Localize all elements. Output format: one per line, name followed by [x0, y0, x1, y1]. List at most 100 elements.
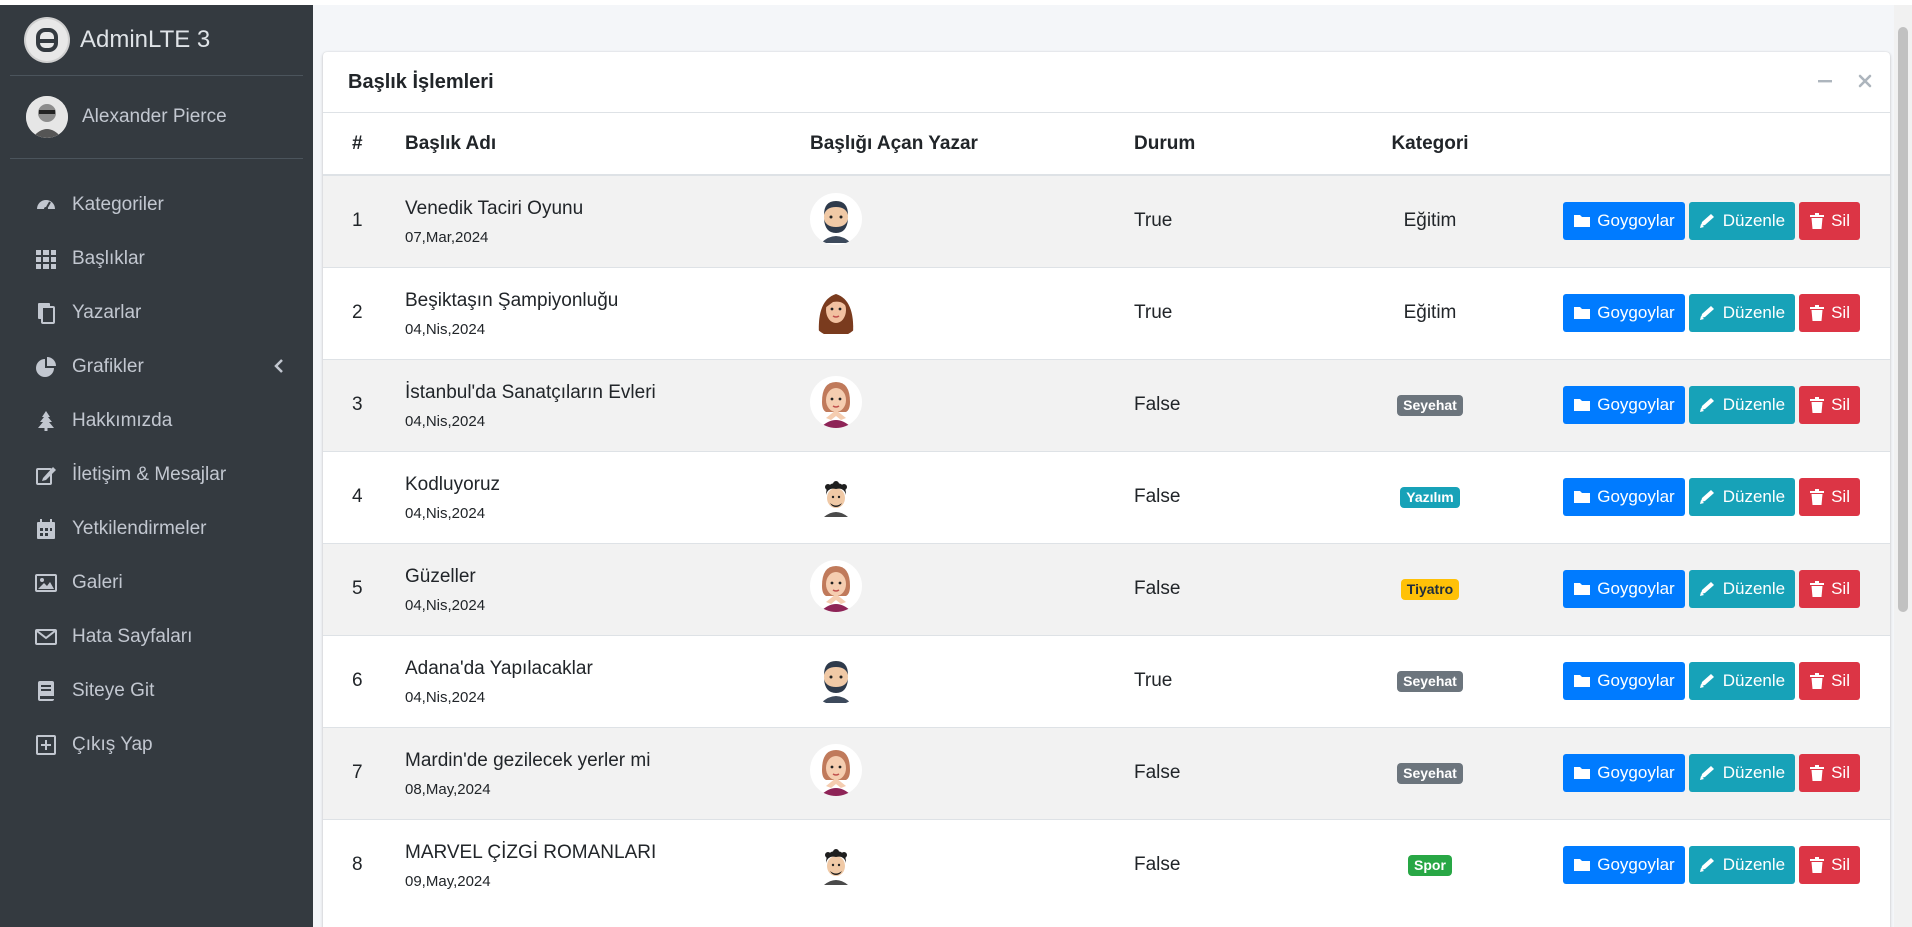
delete-button-label: Sil — [1831, 855, 1850, 875]
delete-button[interactable]: Sil — [1799, 202, 1860, 241]
user-panel[interactable]: Alexander Pierce — [10, 76, 303, 159]
votes-button[interactable]: Goygoylar — [1563, 754, 1685, 792]
delete-button-label: Sil — [1831, 395, 1850, 414]
actions-cell: Goygoylar Düzenle Sil — [1520, 726, 1890, 819]
row-number: 8 — [323, 818, 380, 911]
votes-button[interactable]: Goygoylar — [1563, 478, 1685, 516]
sidebar-nav: Kategoriler Başlıklar Yazarlar Grafikler… — [10, 178, 303, 772]
edit-button[interactable]: Düzenle — [1688, 478, 1796, 516]
trash-icon — [1809, 397, 1825, 413]
category-cell: Seyehat — [1340, 358, 1520, 451]
sidebar-item-basl-klar[interactable]: Başlıklar — [10, 232, 303, 286]
scrollbar-track[interactable] — [1894, 5, 1912, 927]
sidebar-item-grafikler[interactable]: Grafikler — [10, 340, 303, 394]
scrollbar-thumb[interactable] — [1898, 27, 1908, 612]
row-number: 2 — [323, 266, 380, 359]
votes-button[interactable]: Goygoylar — [1563, 386, 1685, 424]
votes-button[interactable]: Goygoylar — [1563, 202, 1685, 241]
delete-button[interactable]: Sil — [1799, 662, 1860, 700]
edit-button[interactable]: Düzenle — [1688, 386, 1796, 424]
folder-icon — [1573, 857, 1591, 873]
category-badge: Yazılım — [1400, 487, 1460, 508]
sidebar-item-label: Hata Sayfaları — [72, 626, 193, 647]
votes-button-label: Goygoylar — [1597, 763, 1675, 782]
sidebar-item-yazarlar[interactable]: Yazarlar — [10, 286, 303, 340]
votes-button[interactable]: Goygoylar — [1563, 294, 1685, 332]
brand-link[interactable]: AdminLTE 3 — [10, 5, 303, 76]
edit-button-label: Düzenle — [1722, 763, 1786, 782]
sidebar-item-galeri[interactable]: Galeri — [10, 556, 303, 610]
sidebar-item-label: İletişim & Mesajlar — [72, 464, 227, 485]
sidebar-item-yetkilendirmeler[interactable]: Yetkilendirmeler — [10, 502, 303, 556]
status-cell: False — [1109, 818, 1340, 911]
row-number: 7 — [323, 726, 380, 819]
row-number: 3 — [323, 358, 380, 451]
collapse-button[interactable] — [1816, 72, 1834, 90]
sidebar-item-c-k-s-yap[interactable]: Çıkış Yap — [10, 718, 303, 772]
column-header-category: Kategori — [1340, 113, 1520, 176]
table-row: 5 Güzeller 04,Nis,2024 False Tiyatro Goy… — [323, 542, 1890, 635]
delete-button[interactable]: Sil — [1799, 294, 1860, 332]
votes-button[interactable]: Goygoylar — [1563, 570, 1685, 608]
delete-button[interactable]: Sil — [1799, 386, 1860, 424]
column-header-actions — [1520, 113, 1890, 176]
title-cell: Adana'da Yapılacaklar 04,Nis,2024 — [380, 634, 785, 727]
folder-icon — [1573, 673, 1591, 689]
delete-button[interactable]: Sil — [1799, 754, 1860, 792]
actions-cell: Goygoylar Düzenle Sil — [1520, 542, 1890, 635]
card-title: Başlık İşlemleri — [348, 70, 494, 93]
sidebar-item-label: Siteye Git — [72, 680, 155, 701]
pencil-icon — [1699, 765, 1717, 781]
status-cell: True — [1109, 266, 1340, 359]
calendar-icon — [34, 517, 58, 541]
delete-button[interactable]: Sil — [1799, 570, 1860, 608]
votes-button[interactable]: Goygoylar — [1563, 846, 1685, 885]
sidebar-item-label: Yetkilendirmeler — [72, 518, 207, 539]
sidebar-item-hata-sayfalar[interactable]: Hata Sayfaları — [10, 610, 303, 664]
edit-button[interactable]: Düzenle — [1688, 570, 1796, 608]
grid-icon — [34, 247, 58, 271]
delete-button[interactable]: Sil — [1799, 846, 1860, 885]
edit-button[interactable]: Düzenle — [1688, 846, 1796, 885]
row-number: 5 — [323, 542, 380, 635]
actions-cell: Goygoylar Düzenle Sil — [1520, 358, 1890, 451]
user-avatar — [26, 96, 68, 138]
table-row: 8 MARVEL ÇİZGİ ROMANLARI 09,May,2024 Fal… — [323, 818, 1890, 911]
category-text: Eğitim — [1403, 210, 1457, 232]
trash-icon — [1809, 213, 1825, 230]
sidebar-item-hakk-m-zda[interactable]: Hakkımızda — [10, 394, 303, 448]
close-icon — [1858, 74, 1872, 88]
title-name: Güzeller — [405, 565, 476, 587]
delete-button-label: Sil — [1831, 211, 1850, 231]
status-cell: False — [1109, 358, 1340, 451]
edit-button[interactable]: Düzenle — [1688, 754, 1796, 792]
titles-table: # Başlık Adı Başlığı Açan Yazar Durum Ka… — [323, 113, 1890, 911]
sidebar-item-iletisim-mesajlar[interactable]: İletişim & Mesajlar — [10, 448, 303, 502]
table-row: 6 Adana'da Yapılacaklar 04,Nis,2024 True… — [323, 634, 1890, 727]
woman-hands-on-chin-avatar — [810, 744, 862, 796]
copy-icon — [34, 301, 58, 325]
folder-icon — [1573, 765, 1591, 781]
user-name: Alexander Pierce — [82, 106, 227, 127]
sidebar-item-siteye-git[interactable]: Siteye Git — [10, 664, 303, 718]
votes-button[interactable]: Goygoylar — [1563, 662, 1685, 700]
edit-button[interactable]: Düzenle — [1688, 662, 1796, 700]
title-date: 09,May,2024 — [405, 872, 491, 890]
delete-button[interactable]: Sil — [1799, 478, 1860, 516]
category-badge: Seyehat — [1397, 395, 1463, 416]
pencil-icon — [1699, 305, 1717, 321]
status-cell: True — [1109, 174, 1340, 267]
delete-button-label: Sil — [1831, 671, 1850, 690]
sidebar-item-kategoriler[interactable]: Kategoriler — [10, 178, 303, 232]
edit-button[interactable]: Düzenle — [1688, 294, 1796, 332]
remove-button[interactable] — [1856, 72, 1874, 90]
trash-icon — [1809, 489, 1825, 505]
woman-hands-on-chin-avatar — [810, 560, 862, 612]
trash-icon — [1809, 305, 1825, 321]
plus-square-icon — [34, 733, 58, 757]
edit-button[interactable]: Düzenle — [1688, 202, 1796, 241]
votes-button-label: Goygoylar — [1597, 671, 1675, 690]
author-cell — [785, 726, 1109, 819]
trash-icon — [1809, 673, 1825, 689]
status-cell: True — [1109, 634, 1340, 727]
